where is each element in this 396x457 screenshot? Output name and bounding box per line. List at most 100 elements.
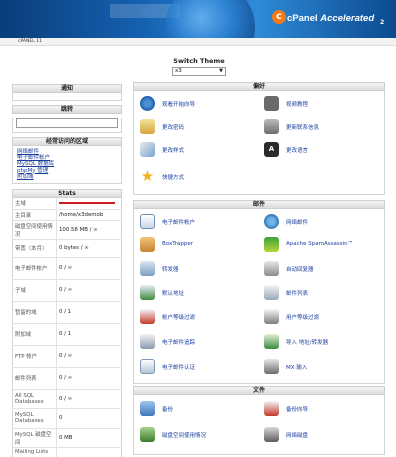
stat-value: 0 / ∞ [56, 345, 122, 368]
stat-label: Mailing Lists [12, 447, 57, 457]
stat-label: 附加域 [12, 323, 57, 346]
mail-label: 邮件列表 [286, 291, 309, 297]
search-box [12, 118, 122, 133]
mail-label: 用户等级过滤 [286, 315, 320, 321]
stats-row: 主目录/home/x3demob [12, 209, 122, 221]
mail-account-filtering[interactable]: 帐户等级过滤 [140, 309, 260, 327]
password-icon [140, 119, 155, 134]
web-disk-icon [264, 427, 279, 442]
contact-icon [264, 119, 279, 134]
stat-value: 0 / ∞ [56, 367, 122, 390]
mail-mx-entry[interactable]: MX 输入 [264, 359, 384, 377]
mail-label: 电子邮件认证 [162, 365, 196, 371]
mail-tracking[interactable]: 电子邮件追踪 [140, 334, 260, 352]
mail-label: Apache SpamAssassin™ [286, 241, 354, 247]
stats-row: All SQL Databases 0 / ∞ [12, 389, 122, 409]
mail-label: 帐户等级过滤 [162, 315, 196, 321]
autoresponder-icon [264, 261, 279, 276]
stat-label: FTP 帐户 [12, 345, 57, 368]
stats-header: Stats [12, 189, 122, 199]
pref-label: 更新联系信息 [286, 125, 320, 131]
pref-change-style[interactable]: 更改样式 [140, 142, 260, 160]
stat-value: /home/x3demob [56, 209, 122, 221]
sidebar: 通知 跳转 经常访问的区域 网络邮件 电子邮件帐户 MySQL 数据库 phpM… [12, 80, 122, 457]
stat-value: 0 / 1 [56, 301, 122, 324]
pref-shortcuts[interactable]: ★ 快捷方式 [140, 169, 260, 187]
pref-label: 更改样式 [162, 148, 185, 154]
stats-row: 磁盘空间使用情况 100.58 MB / ∞ [12, 220, 122, 240]
cpanel-logo-icon: c [272, 10, 286, 24]
preferences-panel: 偏好 观看开始向导 视频教程 更改密码 更新联系信息 更改样式 A 更改语言 ★… [133, 82, 385, 195]
redacted-domain [59, 201, 115, 204]
files-label: 磁盘空间使用情况 [162, 433, 207, 439]
backup-icon [140, 401, 155, 416]
mail-boxtrapper[interactable]: BoxTrapper [140, 237, 260, 255]
boxtrapper-icon [140, 237, 155, 252]
mail-header: 邮件 [133, 200, 385, 209]
switch-theme: Switch Theme x3 ▼ [168, 57, 230, 76]
pref-label: 观看开始向导 [162, 102, 196, 108]
mail-default-address[interactable]: 默认地址 [140, 285, 260, 303]
stat-label: MySQL 磁盘空间 [12, 428, 57, 448]
logo-text: cPanel Accelerated [287, 13, 375, 24]
stats-row: 附加域 0 / 1 [12, 323, 122, 346]
mail-webmail[interactable]: 网络邮件 [264, 214, 384, 232]
page-root: c cPanel Accelerated 2 cPANEL 11 Switch … [0, 0, 396, 457]
stats-row: MySQL 磁盘空间 0 MB [12, 428, 122, 448]
disk-usage-icon [140, 427, 155, 442]
search-header: 跳转 [12, 105, 122, 114]
user-bar: cPANEL 11 [0, 38, 396, 46]
preferences-header: 偏好 [133, 82, 385, 91]
default-address-icon [140, 285, 155, 300]
mail-label: 电子邮件追踪 [162, 340, 196, 346]
mail-forwarders[interactable]: 转发器 [140, 261, 260, 279]
pref-label: 快捷方式 [162, 175, 185, 181]
chevron-down-icon: ▼ [219, 68, 223, 74]
files-backup-wizard[interactable]: 备份向导 [264, 401, 384, 419]
mail-import-addresses[interactable]: 导入 地址/转发器 [264, 334, 384, 352]
mail-label: 电子邮件帐户 [162, 220, 196, 226]
stat-value: 0 / 1 [56, 323, 122, 346]
files-disk-usage[interactable]: 磁盘空间使用情况 [140, 427, 260, 445]
language-icon: A [264, 142, 279, 157]
frequent-link-addon-domains[interactable]: 附加域 [17, 174, 117, 180]
search-input[interactable] [16, 118, 118, 128]
theme-select[interactable]: x3 ▼ [172, 67, 226, 76]
pref-video-tutorials[interactable]: 视频教程 [264, 96, 384, 114]
pref-change-password[interactable]: 更改密码 [140, 119, 260, 137]
mail-email-accounts[interactable]: 电子邮件帐户 [140, 214, 260, 232]
stat-value: 0 MB [56, 428, 122, 448]
stat-label: 带宽（本月） [12, 239, 57, 258]
cpanel-logo[interactable]: c cPanel Accelerated 2 [272, 10, 385, 29]
mail-mailing-lists[interactable]: 邮件列表 [264, 285, 384, 303]
stat-value [56, 447, 122, 457]
files-body: 备份 备份向导 磁盘空间使用情况 网络磁盘 [133, 395, 385, 455]
backup-wizard-icon [264, 401, 279, 416]
stat-label: 电子邮件帐户 [12, 257, 57, 280]
pref-contact-info[interactable]: 更新联系信息 [264, 119, 384, 137]
stat-label: 主域 [12, 198, 57, 210]
stats-row: 带宽（本月） 0 bytes / ∞ [12, 239, 122, 258]
user-filter-icon [264, 309, 279, 324]
mail-authentication[interactable]: 电子邮件认证 [140, 359, 260, 377]
logo-version: 2 [380, 19, 385, 26]
mailing-list-icon [264, 285, 279, 300]
header-banner: c cPanel Accelerated 2 [0, 0, 396, 38]
mail-autoresponders[interactable]: 自动回复器 [264, 261, 384, 279]
files-backup[interactable]: 备份 [140, 401, 260, 419]
files-web-disk[interactable]: 网络磁盘 [264, 427, 384, 445]
mail-user-filtering[interactable]: 用户等级过滤 [264, 309, 384, 327]
mail-label: 网络邮件 [286, 220, 309, 226]
mail-spamassassin[interactable]: Apache SpamAssassin™ [264, 237, 384, 255]
pref-change-language[interactable]: A 更改语言 [264, 142, 384, 160]
pref-label: 视频教程 [286, 102, 309, 108]
play-icon [140, 96, 155, 111]
envelope-icon [140, 214, 155, 229]
pref-getting-started[interactable]: 观看开始向导 [140, 96, 260, 114]
notice-box [12, 93, 122, 101]
mail-label: BoxTrapper [162, 241, 194, 247]
stat-label: 子域 [12, 279, 57, 302]
style-icon [140, 142, 155, 157]
forwarder-icon [140, 261, 155, 276]
stats-row: 电子邮件帐户 0 / ∞ [12, 257, 122, 280]
